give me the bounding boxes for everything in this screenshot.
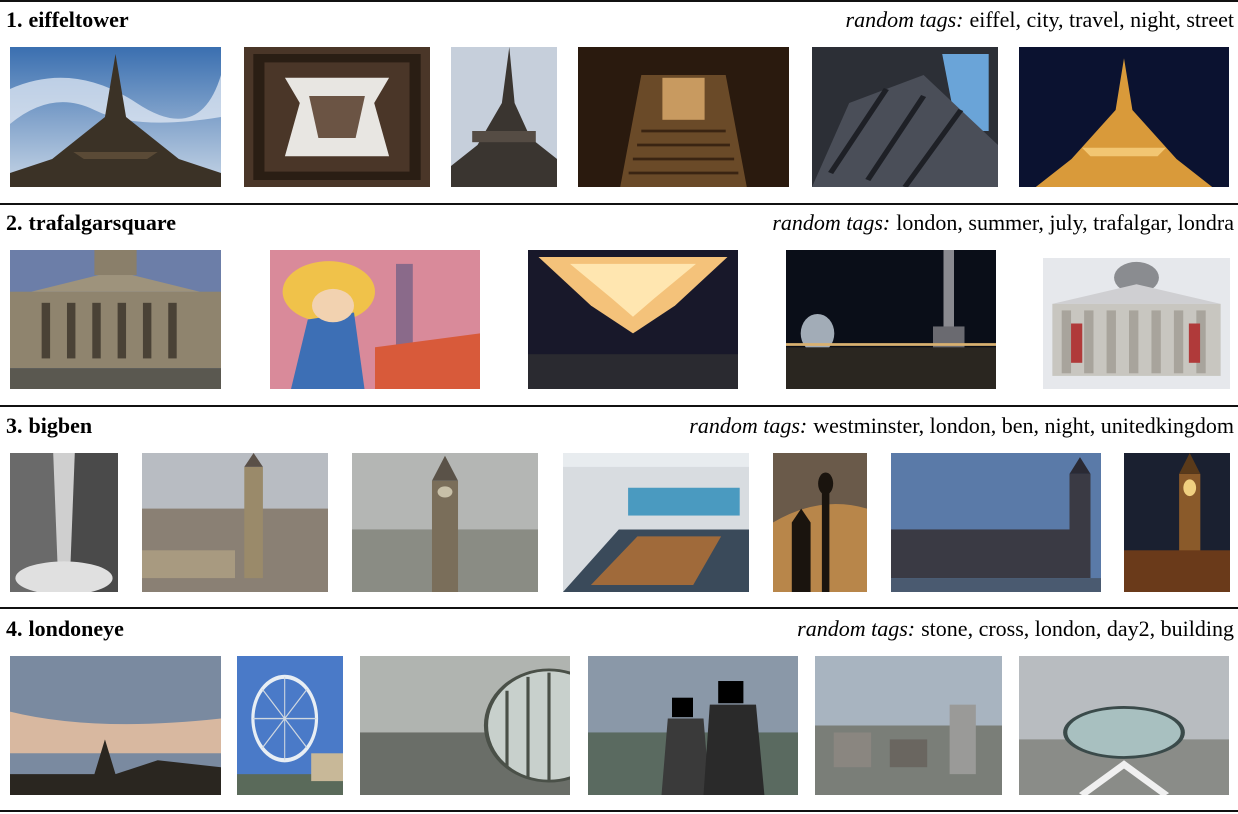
row-number: 4. (6, 616, 23, 641)
row-divider (0, 405, 1238, 407)
tags-text: eiffel, city, travel, night, street (969, 7, 1234, 32)
bottom-rule (0, 810, 1238, 812)
photo-eiffel-ironwork (812, 47, 998, 187)
photo-column-night (786, 250, 996, 389)
photo-eiffel-night (1019, 47, 1229, 187)
row-title: 2. trafalgarsquare (6, 211, 176, 235)
tags-label: random tags: (772, 210, 891, 235)
photo-eiffel-center (244, 47, 430, 187)
photo-capsule-city (360, 656, 570, 795)
tags-label: random tags: (845, 7, 964, 32)
top-rule (0, 0, 1238, 2)
row-name: bigben (28, 413, 93, 438)
row-title: 3. bigben (6, 414, 92, 438)
row-number: 3. (6, 413, 23, 438)
tags-text: london, summer, july, trafalgar, londra (896, 210, 1234, 235)
row-divider (0, 203, 1238, 205)
photo-eiffel-cloudy (10, 47, 221, 187)
photo-bw-street (10, 453, 118, 592)
row-name: eiffeltower (28, 7, 129, 32)
photo-eiffel-leg (451, 47, 557, 187)
photo-parliament-dusk (891, 453, 1101, 592)
row-number: 2. (6, 210, 23, 235)
row-title: 4. londoneye (6, 617, 124, 641)
photo-gallery-dusk (10, 250, 221, 389)
photo-conference-room (563, 453, 749, 592)
photo-capsule-view (1019, 656, 1229, 795)
tags-text: westminster, london, ben, night, unitedk… (813, 413, 1234, 438)
photo-skyline-sunset (10, 656, 221, 795)
row-tags: random tags: london, summer, july, trafal… (772, 211, 1234, 235)
row-tags: random tags: eiffel, city, travel, night,… (846, 8, 1234, 32)
row-title: 1. eiffeltower (6, 8, 129, 32)
photo-gallery-portico (1043, 258, 1230, 389)
row-divider (0, 607, 1238, 609)
tags-label: random tags: (689, 413, 808, 438)
tags-text: stone, cross, london, day2, building (921, 616, 1234, 641)
row-tags: random tags: westminster, london, ben, ni… (689, 414, 1234, 438)
row-tags: random tags: stone, cross, london, day2, … (797, 617, 1234, 641)
photo-mural (270, 250, 480, 389)
photo-bigben-night (1124, 453, 1230, 592)
row-name: trafalgarsquare (28, 210, 176, 235)
row-name: londoneye (28, 616, 124, 641)
tags-label: random tags: (797, 616, 916, 641)
row-number: 1. (6, 7, 23, 32)
photo-bigben-aerial (142, 453, 328, 592)
photo-city-above (815, 656, 1002, 795)
photo-people-capsule (588, 656, 798, 795)
photo-chandelier (528, 250, 738, 389)
photo-bigben-haze (352, 453, 538, 592)
photo-eiffel-stairs (578, 47, 789, 187)
photo-lamppost-sunset (773, 453, 867, 592)
photo-london-eye-wheel (237, 656, 343, 795)
